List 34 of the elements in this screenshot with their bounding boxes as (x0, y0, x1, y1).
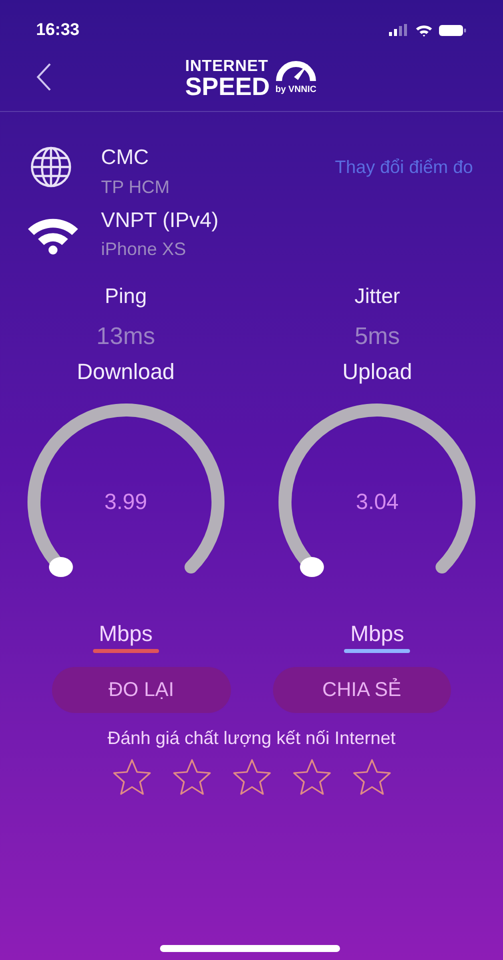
status-time: 16:33 (36, 19, 80, 42)
gauge-label: Download (76, 358, 175, 386)
server-name: CMC (101, 145, 150, 171)
logo-text: INTERNET (185, 58, 270, 75)
battery-icon (439, 24, 467, 36)
device-name: iPhone XS (101, 238, 188, 261)
share-button[interactable]: CHIA SẺ (272, 667, 451, 713)
gauge-thumb (300, 556, 324, 577)
metric-label: Ping (104, 284, 147, 310)
retest-button[interactable]: ĐO LẠI (52, 667, 230, 713)
star-rating[interactable] (110, 758, 392, 796)
logo-text: SPEED (185, 74, 270, 100)
speed-reading: 3.04 (356, 488, 399, 516)
star-icon[interactable] (290, 758, 332, 796)
server-location: TP HCM (101, 176, 171, 198)
star-icon[interactable] (170, 758, 212, 796)
star-icon[interactable] (230, 758, 272, 796)
gauge-label: Upload (342, 358, 412, 386)
change-server-link[interactable]: Thay đổi điểm đo (334, 154, 473, 181)
metric-value: 13ms (96, 322, 156, 352)
star-icon[interactable] (350, 758, 392, 796)
metric-value: 5ms (354, 322, 400, 352)
speed-reading: 3.99 (104, 488, 148, 516)
rating-prompt: Đánh giá chất lượng kết nối Internet (106, 727, 397, 750)
unit-label: Mbps (350, 620, 404, 647)
wifi-icon (415, 24, 433, 36)
gauge-thumb (48, 556, 73, 577)
unit-label: Mbps (98, 620, 153, 647)
metric-label: Jitter (354, 284, 400, 310)
star-icon[interactable] (110, 758, 152, 796)
logo-byline: by VNNIC (275, 83, 316, 96)
signal-icon (389, 24, 409, 36)
globe-icon (30, 146, 72, 188)
connection-name: VNPT (IPv4) (101, 208, 218, 234)
